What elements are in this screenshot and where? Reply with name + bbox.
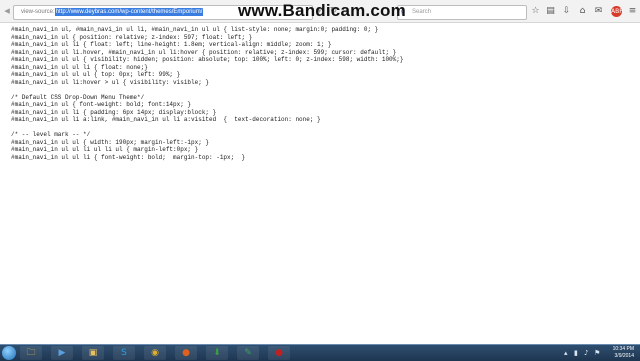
volume-icon[interactable]: ♪ (584, 349, 588, 357)
tray-arrow-icon[interactable]: ▴ (564, 349, 568, 357)
search-bar[interactable]: g Search (397, 5, 527, 20)
source-line: /* Default CSS Drop-Down Menu Theme*/ (11, 93, 145, 101)
bandicam-icon[interactable]: ● (268, 346, 290, 360)
url-prefix: view-source: (21, 9, 55, 15)
start-button[interactable] (2, 346, 16, 360)
source-line: #main_navi_in ul ul ul { top: 0px; left:… (11, 71, 181, 78)
addon-icon[interactable]: ABP (611, 6, 623, 17)
chrome-icon[interactable]: ◉ (144, 346, 166, 360)
skype-icon[interactable]: S (113, 346, 135, 360)
source-line: #main_navi_in ul ul li { font-weight: bo… (11, 153, 246, 161)
source-line: #main_navi_in ul, #main_navi_in ul li, #… (11, 26, 379, 33)
source-line: #main_navi_in ul ul { width: 190px; marg… (11, 138, 210, 146)
system-clock[interactable]: 10:34 PM 3/9/2014 (613, 346, 634, 360)
bookmarks-list-icon[interactable]: ▤ (545, 6, 556, 17)
clock-date: 3/9/2014 (614, 353, 634, 359)
source-line: #main_navi_in ul li { padding: 6px 14px;… (11, 108, 217, 116)
source-line: #main_navi_in ul li:hover > ul { visibil… (11, 78, 210, 86)
chat-icon[interactable]: ✉ (593, 6, 604, 17)
source-line: #main_navi_in ul li a:link, #main_navi_i… (11, 116, 321, 123)
firefox-icon[interactable]: ● (175, 346, 197, 360)
source-line: #main_navi_in ul ul li { float: none;} (11, 63, 148, 71)
bookmark-star-icon[interactable]: ☆ (530, 6, 541, 17)
windows-taskbar: 🗀 ▶ ▣ S ◉ ● ⬇ ✎ ● ▴ ▮ ♪ ⚑ 10:34 PM 3/9/2014 (0, 344, 640, 361)
network-icon[interactable]: ▮ (574, 349, 578, 357)
paint-icon[interactable]: ✎ (237, 346, 259, 360)
home-icon[interactable]: ⌂ (577, 6, 588, 17)
source-line: /* -- level mark -- */ (11, 131, 91, 138)
windows-explorer-icon[interactable]: 🗀 (20, 346, 42, 360)
source-line: #main_navi_in ul { position: relative; z… (11, 33, 253, 41)
clock-time: 10:34 PM (612, 346, 634, 352)
source-line: #main_navi_in ul ul { visibility: hidden… (11, 56, 404, 63)
source-line: #main_navi_in ul li { float: left; line-… (11, 41, 332, 48)
media-player-icon[interactable]: ▶ (51, 346, 73, 360)
folder-icon[interactable]: ▣ (82, 346, 104, 360)
source-line: #main_navi_in ul ul li ul li ul { margin… (11, 146, 199, 153)
source-line (11, 86, 631, 94)
flag-icon[interactable]: ⚑ (594, 349, 600, 357)
download-icon[interactable]: ⬇ (206, 346, 228, 360)
source-line: #main_navi_in ul { font-weight: bold; fo… (11, 101, 192, 108)
source-line (11, 124, 631, 132)
page-source-view: #main_navi_in ul, #main_navi_in ul li, #… (11, 26, 631, 161)
bandicam-watermark: www.Bandicam.com (238, 1, 406, 20)
back-arrow-icon[interactable]: ◂ (0, 4, 14, 18)
downloads-icon[interactable]: ⇩ (561, 6, 572, 17)
source-line: #main_navi_in ul li.hover, #main_navi_in… (11, 48, 397, 56)
menu-icon[interactable]: ≡ (627, 6, 638, 17)
search-placeholder: Search (412, 9, 432, 15)
url-text: http://www.deybras.com/wp-content/themes… (54, 8, 204, 16)
